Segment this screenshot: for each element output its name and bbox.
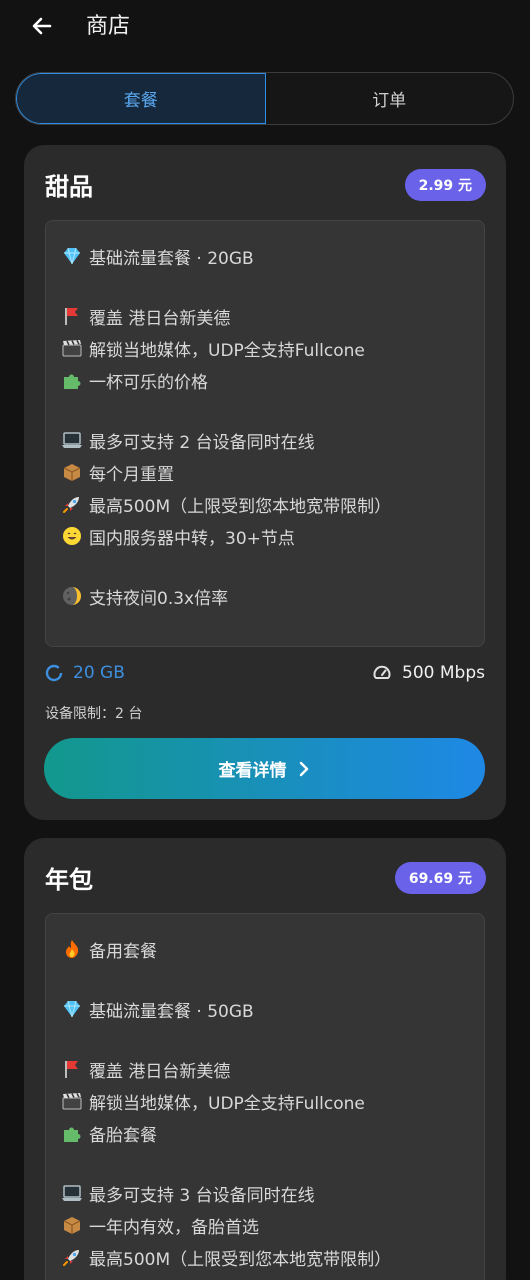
device-limit: 设备限制：2 台	[45, 706, 143, 722]
description-text: 最高500M（上限受到您本地宽带限制）	[89, 496, 392, 517]
package-icon	[61, 1214, 83, 1236]
clapper-board-icon	[61, 1090, 83, 1112]
fire-icon	[61, 938, 83, 960]
description-text: 解锁当地媒体，UDP全支持Fullcone	[89, 1093, 365, 1114]
description-text: 每个月重置	[89, 464, 174, 485]
view-details-label: 查看详情	[218, 761, 287, 781]
description-line: 支持夜间0.3x倍率	[61, 580, 484, 612]
price-badge: 2.99 元	[404, 169, 486, 201]
speed-value: 500 Mbps	[402, 663, 485, 683]
description-text: 覆盖 港日台新美德	[89, 1061, 231, 1082]
puzzle-piece-icon	[61, 1122, 83, 1144]
description-line: 国内服务器中转，30+节点	[61, 520, 484, 552]
smile-icon	[61, 525, 83, 547]
description-text: 备胎套餐	[89, 1125, 157, 1146]
description-text: 国内服务器中转，30+节点	[89, 528, 295, 549]
description-text: 一年内有效，备胎首选	[89, 1217, 259, 1238]
tab-plans[interactable]: 套餐	[16, 73, 266, 124]
speed-info: 500 Mbps	[372, 663, 485, 683]
description-text: 解锁当地媒体，UDP全支持Fullcone	[89, 340, 365, 361]
description-line: 基础流量套餐 · 20GB	[61, 240, 484, 272]
description-line: 解锁当地媒体，UDP全支持Fullcone	[61, 332, 484, 364]
description-line: 最多可支持 3 台设备同时在线	[61, 1177, 484, 1209]
red-flag-icon	[61, 305, 83, 327]
description-line: 备用套餐	[61, 933, 484, 965]
rocket-icon	[61, 1246, 83, 1268]
price-badge: 69.69 元	[394, 862, 486, 894]
plan-title: 年包	[45, 866, 93, 894]
view-details-button[interactable]: 查看详情	[44, 738, 485, 799]
description-line: 基础流量套餐 · 50GB	[61, 993, 484, 1025]
description-text: 基础流量套餐 · 20GB	[89, 248, 254, 269]
description-line: 一杯可乐的价格	[61, 364, 484, 396]
description-text: 备用套餐	[89, 941, 157, 962]
description-line: 覆盖 港日台新美德	[61, 300, 484, 332]
description-text: 国内服务器中转，30+节点	[89, 1277, 295, 1280]
description-line: 一年内有效，备胎首选	[61, 1209, 484, 1241]
laptop-icon	[61, 1182, 83, 1204]
puzzle-piece-icon	[61, 369, 83, 391]
chevron-right-icon	[299, 761, 308, 776]
plan-stats: 20 GB 500 Mbps	[45, 663, 485, 689]
app-header: 商店	[0, 0, 530, 56]
description-text: 覆盖 港日台新美德	[89, 308, 231, 329]
plan-card: 年包 69.69 元 备用套餐基础流量套餐 · 50GB 覆盖 港日台新美德解锁当…	[24, 838, 506, 1280]
description-line: 最多可支持 2 台设备同时在线	[61, 424, 484, 456]
description-text: 一杯可乐的价格	[89, 372, 208, 393]
red-flag-icon	[61, 1058, 83, 1080]
tab-bar: 套餐 订单	[15, 72, 514, 125]
plan-description: 基础流量套餐 · 20GB 覆盖 港日台新美德解锁当地媒体，UDP全支持Fullc…	[45, 220, 485, 647]
package-icon	[61, 461, 83, 483]
speedometer-icon	[372, 663, 392, 683]
diamond-icon	[61, 245, 83, 267]
description-text: 支持夜间0.3x倍率	[89, 588, 229, 609]
laptop-icon	[61, 429, 83, 451]
description-line: 国内服务器中转，30+节点	[61, 1273, 484, 1280]
description-text: 最高500M（上限受到您本地宽带限制）	[89, 1249, 392, 1270]
description-text: 最多可支持 3 台设备同时在线	[89, 1185, 315, 1206]
description-line: 最高500M（上限受到您本地宽带限制）	[61, 488, 484, 520]
rocket-icon	[61, 493, 83, 515]
description-text: 最多可支持 2 台设备同时在线	[89, 432, 315, 453]
description-line: 备胎套餐	[61, 1117, 484, 1149]
page-title: 商店	[86, 14, 131, 39]
clapper-board-icon	[61, 337, 83, 359]
loading-ring-icon	[45, 664, 63, 682]
plan-card: 甜品 2.99 元 基础流量套餐 · 20GB 覆盖 港日台新美德解锁当地媒体，U…	[24, 145, 506, 820]
description-line: 每个月重置	[61, 456, 484, 488]
plan-title: 甜品	[45, 173, 93, 201]
description-line: 解锁当地媒体，UDP全支持Fullcone	[61, 1085, 484, 1117]
description-line: 覆盖 港日台新美德	[61, 1053, 484, 1085]
description-line: 最高500M（上限受到您本地宽带限制）	[61, 1241, 484, 1273]
traffic-info: 20 GB	[45, 663, 125, 683]
back-arrow-icon[interactable]	[28, 12, 56, 40]
plan-description: 备用套餐基础流量套餐 · 50GB 覆盖 港日台新美德解锁当地媒体，UDP全支持F…	[45, 913, 485, 1280]
moon-icon	[61, 585, 83, 607]
diamond-icon	[61, 998, 83, 1020]
tab-orders[interactable]: 订单	[266, 73, 514, 124]
traffic-value: 20 GB	[73, 663, 125, 683]
description-text: 基础流量套餐 · 50GB	[89, 1001, 254, 1022]
